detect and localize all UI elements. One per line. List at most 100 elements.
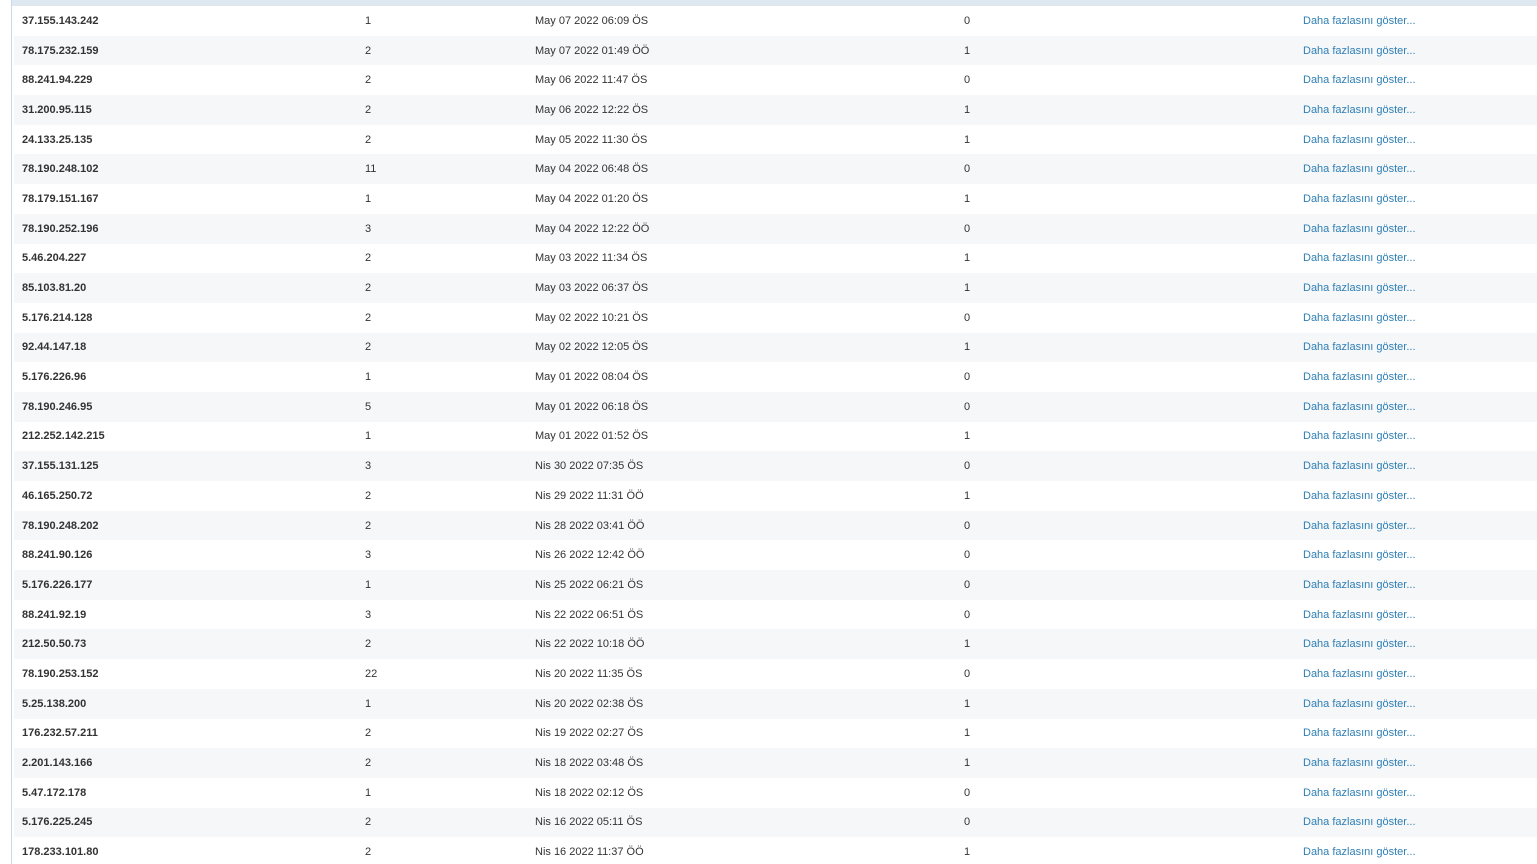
last-visit-date-cell: Nis 22 2022 10:18 ÖÖ	[535, 638, 645, 651]
last-visit-date-cell: May 06 2022 12:22 ÖS	[535, 103, 649, 116]
ip-address-cell: 88.241.94.229	[22, 74, 93, 87]
show-more-link[interactable]: Daha fazlasını göster...	[1303, 74, 1416, 86]
visit-count-cell: 2	[365, 489, 372, 502]
visit-count-cell: 2	[365, 816, 372, 829]
visit-count-cell: 2	[365, 757, 372, 770]
action-cell: Daha fazlasını göster...	[1303, 362, 1537, 392]
show-more-link[interactable]: Daha fazlasını göster...	[1303, 15, 1416, 27]
table-row: 78.190.253.152 22 Nis 20 2022 11:35 ÖS 0…	[14, 659, 1537, 689]
status-value-cell: 1	[964, 697, 971, 710]
table-row: 5.176.214.128 2 May 02 2022 10:21 ÖS 0 D…	[14, 302, 1537, 333]
show-more-link[interactable]: Daha fazlasını göster...	[1303, 341, 1416, 353]
show-more-link[interactable]: Daha fazlasını göster...	[1303, 638, 1416, 650]
show-more-link[interactable]: Daha fazlasını göster...	[1303, 193, 1416, 205]
action-cell: Daha fazlasını göster...	[1303, 333, 1537, 363]
last-visit-date-cell: May 02 2022 12:05 ÖS	[535, 341, 649, 354]
show-more-link[interactable]: Daha fazlasını göster...	[1303, 549, 1416, 561]
left-rail	[0, 0, 12, 864]
visit-count-cell: 11	[365, 163, 377, 176]
table-row: 78.175.232.159 2 May 07 2022 01:49 ÖÖ 1 …	[14, 35, 1537, 66]
show-more-link[interactable]: Daha fazlasını göster...	[1303, 282, 1416, 294]
last-visit-date-cell: Nis 30 2022 07:35 ÖS	[535, 460, 644, 473]
visit-count-cell: 1	[365, 371, 372, 384]
visit-count-cell: 2	[365, 519, 372, 532]
show-more-link[interactable]: Daha fazlasını göster...	[1303, 698, 1416, 710]
show-more-link[interactable]: Daha fazlasını göster...	[1303, 727, 1416, 739]
visit-count-cell: 1	[365, 786, 372, 799]
table-row: 5.176.225.245 2 Nis 16 2022 05:11 ÖS 0 D…	[14, 807, 1537, 838]
show-more-link[interactable]: Daha fazlasını göster...	[1303, 163, 1416, 175]
table-row: 31.200.95.115 2 May 06 2022 12:22 ÖS 1 D…	[14, 95, 1537, 125]
status-value-cell: 0	[964, 816, 971, 829]
show-more-link[interactable]: Daha fazlasını göster...	[1303, 430, 1416, 442]
action-cell: Daha fazlasını göster...	[1303, 481, 1537, 511]
visit-count-cell: 3	[365, 222, 372, 235]
table-row: 5.176.226.96 1 May 01 2022 08:04 ÖS 0 Da…	[14, 362, 1537, 392]
ip-address-cell: 5.176.214.128	[22, 311, 93, 324]
table-row: 176.232.57.211 2 Nis 19 2022 02:27 ÖS 1 …	[14, 718, 1537, 749]
show-more-link[interactable]: Daha fazlasını göster...	[1303, 846, 1416, 858]
action-cell: Daha fazlasını göster...	[1303, 95, 1537, 125]
visit-count-cell: 2	[365, 311, 372, 324]
show-more-link[interactable]: Daha fazlasını göster...	[1303, 579, 1416, 591]
visit-count-cell: 3	[365, 549, 372, 562]
table-row: 78.179.151.167 1 May 04 2022 01:20 ÖS 1 …	[14, 184, 1537, 214]
action-cell: Daha fazlasını göster...	[1303, 303, 1537, 333]
table-row: 92.44.147.18 2 May 02 2022 12:05 ÖS 1 Da…	[14, 332, 1537, 363]
table-row: 212.50.50.73 2 Nis 22 2022 10:18 ÖÖ 1 Da…	[14, 629, 1537, 660]
show-more-link[interactable]: Daha fazlasını göster...	[1303, 520, 1416, 532]
action-cell: Daha fazlasını göster...	[1303, 540, 1537, 570]
last-visit-date-cell: May 07 2022 01:49 ÖÖ	[535, 44, 650, 57]
action-cell: Daha fazlasını göster...	[1303, 511, 1537, 541]
show-more-link[interactable]: Daha fazlasını göster...	[1303, 757, 1416, 769]
show-more-link[interactable]: Daha fazlasını göster...	[1303, 134, 1416, 146]
last-visit-date-cell: May 03 2022 06:37 ÖS	[535, 282, 649, 295]
show-more-link[interactable]: Daha fazlasını göster...	[1303, 490, 1416, 502]
status-value-cell: 1	[964, 341, 971, 354]
visit-count-cell: 2	[365, 282, 372, 295]
show-more-link[interactable]: Daha fazlasını göster...	[1303, 787, 1416, 799]
last-visit-date-cell: May 01 2022 08:04 ÖS	[535, 371, 649, 384]
show-more-link[interactable]: Daha fazlasını göster...	[1303, 460, 1416, 472]
show-more-link[interactable]: Daha fazlasını göster...	[1303, 371, 1416, 383]
action-cell: Daha fazlasını göster...	[1303, 65, 1537, 95]
ip-address-cell: 5.176.226.96	[22, 371, 87, 384]
show-more-link[interactable]: Daha fazlasını göster...	[1303, 104, 1416, 116]
last-visit-date-cell: Nis 28 2022 03:41 ÖÖ	[535, 519, 645, 532]
ip-address-cell: 5.25.138.200	[22, 697, 87, 710]
visitor-table-container[interactable]: 37.155.143.242 1 May 07 2022 06:09 ÖS 0 …	[14, 6, 1537, 864]
table-row: 85.103.81.20 2 May 03 2022 06:37 ÖS 1 Da…	[14, 273, 1537, 303]
table-row: 78.190.252.196 3 May 04 2022 12:22 ÖÖ 0 …	[14, 213, 1537, 244]
last-visit-date-cell: Nis 18 2022 03:48 ÖS	[535, 757, 644, 770]
show-more-link[interactable]: Daha fazlasını göster...	[1303, 223, 1416, 235]
table-row: 212.252.142.215 1 May 01 2022 01:52 ÖS 1…	[14, 421, 1537, 452]
last-visit-date-cell: May 02 2022 10:21 ÖS	[535, 311, 649, 324]
ip-address-cell: 24.133.25.135	[22, 133, 93, 146]
action-cell: Daha fazlasını göster...	[1303, 719, 1537, 749]
ip-address-cell: 212.252.142.215	[22, 430, 105, 443]
show-more-link[interactable]: Daha fazlasını göster...	[1303, 401, 1416, 413]
ip-address-cell: 78.190.248.202	[22, 519, 99, 532]
show-more-link[interactable]: Daha fazlasını göster...	[1303, 45, 1416, 57]
show-more-link[interactable]: Daha fazlasını göster...	[1303, 609, 1416, 621]
show-more-link[interactable]: Daha fazlasını göster...	[1303, 252, 1416, 264]
ip-address-cell: 88.241.90.126	[22, 549, 93, 562]
status-value-cell: 1	[964, 430, 971, 443]
action-cell: Daha fazlasını göster...	[1303, 570, 1537, 600]
action-cell: Daha fazlasını göster...	[1303, 6, 1537, 36]
action-cell: Daha fazlasını göster...	[1303, 451, 1537, 481]
visit-count-cell: 1	[365, 192, 372, 205]
status-value-cell: 0	[964, 608, 971, 621]
last-visit-date-cell: May 04 2022 01:20 ÖS	[535, 192, 649, 205]
status-value-cell: 0	[964, 400, 971, 413]
action-cell: Daha fazlasını göster...	[1303, 214, 1537, 244]
table-row: 5.46.204.227 2 May 03 2022 11:34 ÖS 1 Da…	[14, 243, 1537, 274]
status-value-cell: 0	[964, 786, 971, 799]
show-more-link[interactable]: Daha fazlasını göster...	[1303, 312, 1416, 324]
visit-count-cell: 2	[365, 252, 372, 265]
show-more-link[interactable]: Daha fazlasını göster...	[1303, 668, 1416, 680]
show-more-link[interactable]: Daha fazlasını göster...	[1303, 816, 1416, 828]
last-visit-date-cell: Nis 16 2022 11:37 ÖÖ	[535, 846, 644, 859]
ip-address-cell: 5.46.204.227	[22, 252, 87, 265]
visit-count-cell: 2	[365, 846, 372, 859]
